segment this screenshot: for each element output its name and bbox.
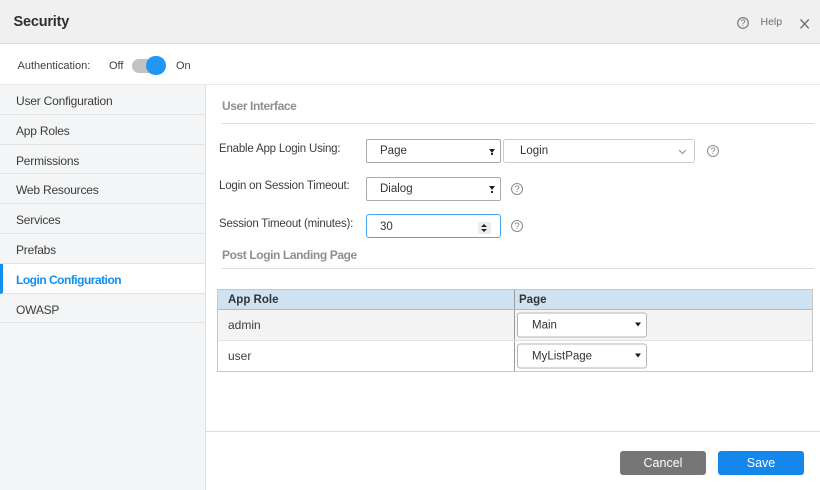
svg-text:?: ? [740,18,745,28]
